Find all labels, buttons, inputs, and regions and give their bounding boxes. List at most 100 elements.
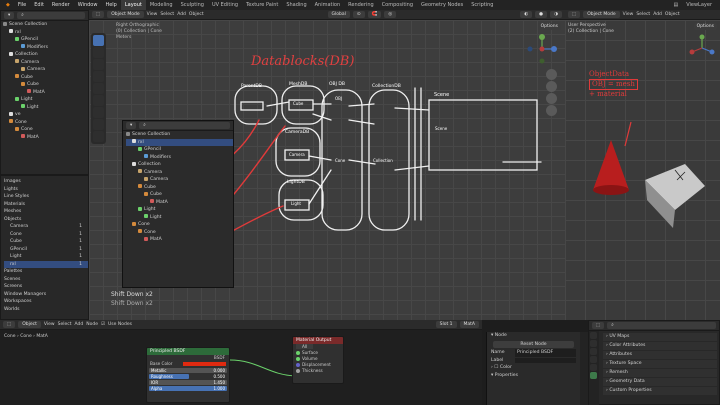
right-gizmo[interactable] bbox=[688, 34, 716, 62]
tool-tab-icon[interactable] bbox=[590, 332, 597, 339]
blend-file-item[interactable]: Cone 1 bbox=[4, 231, 88, 239]
properties-section[interactable]: › Geometry Data bbox=[603, 378, 717, 386]
tab-compositing[interactable]: Compositing bbox=[378, 0, 417, 10]
menu-render[interactable]: Render bbox=[48, 2, 74, 8]
blend-file-item[interactable]: Workspaces bbox=[4, 298, 88, 306]
outliner-item[interactable]: rxl bbox=[3, 29, 88, 37]
transform-orientation-dropdown[interactable]: Global bbox=[327, 11, 350, 18]
mode-dropdown[interactable]: Object Mode bbox=[107, 11, 144, 18]
properties-section[interactable]: › Color Attributes bbox=[603, 342, 717, 350]
render-tab-icon[interactable] bbox=[590, 340, 597, 347]
view-layer-name[interactable]: ViewLayer bbox=[682, 0, 716, 10]
blend-file-item[interactable]: Meshes bbox=[4, 208, 88, 216]
node-section-header[interactable]: ▾ Node bbox=[487, 332, 580, 340]
tab-shading[interactable]: Shading bbox=[282, 0, 310, 10]
blend-file-item[interactable]: Window Managers bbox=[4, 291, 88, 299]
menu-file[interactable]: File bbox=[14, 2, 30, 8]
pivot-icon[interactable]: ⊙ bbox=[352, 11, 365, 18]
blend-file-item[interactable]: Palettes bbox=[4, 268, 88, 276]
menu-add[interactable]: Add bbox=[653, 12, 662, 17]
outliner-item[interactable]: MatA bbox=[3, 134, 88, 142]
scene-tab-icon[interactable] bbox=[590, 356, 597, 363]
base-color-swatch[interactable] bbox=[183, 362, 226, 366]
blend-file-item[interactable]: Cube 1 bbox=[4, 238, 88, 246]
properties-section[interactable]: › Remesh bbox=[603, 369, 717, 377]
menu-object[interactable]: Object bbox=[665, 12, 680, 17]
menu-help[interactable]: Help bbox=[101, 2, 120, 8]
outliner-item[interactable]: Collection bbox=[126, 161, 233, 169]
outliner-display-dropdown[interactable]: ▾ bbox=[4, 12, 15, 19]
mesh-data-tab-icon[interactable] bbox=[590, 372, 597, 379]
blend-file-item[interactable]: Screens bbox=[4, 283, 88, 291]
right-mode-dropdown[interactable]: Object Mode bbox=[583, 11, 620, 18]
outliner-item[interactable]: Light bbox=[126, 214, 233, 222]
use-nodes-checkbox[interactable]: ☑ bbox=[101, 322, 105, 327]
menu-edit[interactable]: Edit bbox=[30, 2, 48, 8]
outliner-display-dropdown[interactable]: ▾ bbox=[126, 122, 137, 129]
blend-file-item[interactable]: rxl 1 bbox=[4, 260, 88, 268]
outliner-item[interactable]: Cone bbox=[3, 126, 88, 134]
menu-node[interactable]: Node bbox=[86, 322, 98, 327]
outliner-item[interactable]: Cone bbox=[126, 229, 233, 237]
properties-section[interactable]: › Custom Properties bbox=[603, 387, 717, 395]
floating-outliner-search[interactable]: ⌕ bbox=[139, 122, 230, 129]
editor-type-dropdown[interactable]: ⬚ bbox=[592, 322, 605, 329]
menu-view[interactable]: View bbox=[147, 12, 158, 17]
outliner-item[interactable]: Camera bbox=[3, 66, 88, 74]
tab-uv-editing[interactable]: UV Editing bbox=[208, 0, 242, 10]
outliner-item[interactable]: Modifiers bbox=[126, 154, 233, 162]
blend-file-item[interactable]: Materials bbox=[4, 201, 88, 209]
tab-scripting[interactable]: Scripting bbox=[467, 0, 497, 10]
tab-texture-paint[interactable]: Texture Paint bbox=[242, 0, 282, 10]
snap-icon[interactable]: 🧲 bbox=[367, 11, 382, 18]
properties-section[interactable]: › Texture Space bbox=[603, 360, 717, 368]
outliner-item[interactable]: rxl bbox=[126, 138, 233, 146]
shading-solid-icon[interactable]: ● bbox=[535, 11, 548, 18]
blender-logo-icon[interactable]: ◆ bbox=[2, 2, 14, 8]
overlay-icon[interactable]: ◐ bbox=[520, 11, 533, 18]
node-properties-section[interactable]: ▾ Properties bbox=[487, 372, 580, 380]
tab-modeling[interactable]: Modeling bbox=[146, 0, 177, 10]
outliner-item[interactable]: Light bbox=[3, 96, 88, 104]
outliner-item[interactable]: Camera bbox=[3, 59, 88, 67]
object-tab-icon[interactable] bbox=[590, 364, 597, 371]
blend-file-item[interactable]: Scenes bbox=[4, 276, 88, 284]
view-layer-icon[interactable]: ▤ bbox=[669, 0, 682, 10]
slot-dropdown[interactable]: Slot 1 bbox=[435, 321, 457, 328]
blend-file-item[interactable]: Light 1 bbox=[4, 253, 88, 261]
material-dropdown[interactable]: MatA bbox=[459, 321, 479, 328]
output-tab-icon[interactable] bbox=[590, 348, 597, 355]
outliner-item[interactable]: Camera bbox=[126, 169, 233, 177]
principled-bsdf-node[interactable]: Principled BSDF BSDF Base Color Metallic… bbox=[146, 347, 230, 403]
blend-file-item[interactable]: Objects bbox=[4, 216, 88, 224]
outliner-item[interactable]: Cone bbox=[3, 119, 88, 127]
label-value[interactable] bbox=[515, 357, 576, 363]
outliner-item[interactable]: Cone bbox=[126, 221, 233, 229]
alpha-field[interactable]: Alpha 1.000 bbox=[147, 385, 229, 391]
outliner-item[interactable]: Modifiers bbox=[3, 44, 88, 52]
editor-type-dropdown[interactable]: ⬚ bbox=[92, 11, 105, 18]
breadcrumb-item[interactable]: Cone bbox=[4, 334, 16, 339]
material-output-node[interactable]: Material Output All Surface Volume Displ… bbox=[292, 336, 344, 384]
blend-file-item[interactable]: Images bbox=[4, 178, 88, 186]
blend-file-item[interactable]: Camera 1 bbox=[4, 223, 88, 231]
outliner-item[interactable]: MatA bbox=[3, 89, 88, 97]
menu-add[interactable]: Add bbox=[75, 322, 84, 327]
tab-geometry-nodes[interactable]: Geometry Nodes bbox=[417, 0, 467, 10]
name-value[interactable]: Principled BSDF bbox=[515, 349, 576, 357]
node-color-section[interactable]: › ☐ Color bbox=[487, 364, 580, 372]
outliner-item[interactable]: Light bbox=[3, 104, 88, 112]
proportional-icon[interactable]: ◎ bbox=[384, 11, 397, 18]
outliner-item[interactable]: Cube bbox=[126, 191, 233, 199]
outliner-item[interactable]: Light bbox=[126, 206, 233, 214]
properties-section[interactable]: › UV Maps bbox=[603, 333, 717, 341]
tab-rendering[interactable]: Rendering bbox=[344, 0, 378, 10]
blend-file-item[interactable]: Lights bbox=[4, 186, 88, 194]
outliner-item[interactable]: ve bbox=[3, 111, 88, 119]
node-name-field[interactable]: Name Principled BSDF bbox=[487, 349, 580, 357]
outliner-item[interactable]: MatA bbox=[126, 199, 233, 207]
outliner-item[interactable]: GPencil bbox=[126, 146, 233, 154]
menu-add[interactable]: Add bbox=[177, 12, 186, 17]
editor-type-dropdown[interactable]: ⬚ bbox=[568, 11, 581, 18]
blend-file-item[interactable]: Line Styles bbox=[4, 193, 88, 201]
